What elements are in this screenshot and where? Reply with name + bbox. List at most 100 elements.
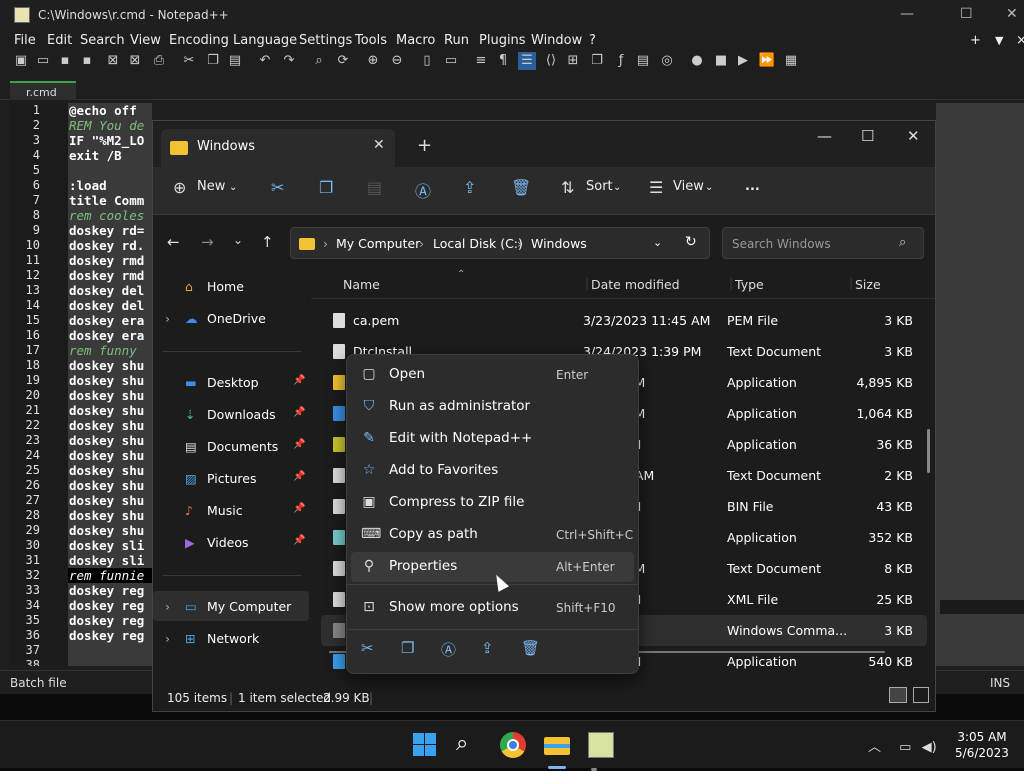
code-line[interactable]: rem funny	[68, 343, 152, 358]
monitoring-icon[interactable]: ◎	[658, 52, 676, 70]
code-line[interactable]: doskey shu	[68, 418, 152, 433]
code-line[interactable]: doskey reg	[68, 583, 152, 598]
code-line[interactable]: doskey shu	[68, 403, 152, 418]
chrome-icon[interactable]	[500, 732, 526, 758]
file-explorer-icon[interactable]	[544, 732, 570, 769]
code-line[interactable]: @echo off	[68, 103, 152, 118]
save-all-icon[interactable]: ▪	[78, 52, 96, 70]
menu-item-open[interactable]: ▢ Open Enter	[351, 360, 634, 390]
replace-icon[interactable]: ⟳	[334, 52, 352, 70]
network-icon[interactable]: ▭	[899, 740, 911, 755]
delete-icon[interactable]: 🗑	[511, 178, 531, 197]
column-size[interactable]: Size	[855, 277, 881, 292]
code-line[interactable]: :load	[68, 178, 152, 193]
code-line[interactable]	[68, 163, 152, 178]
nav-item-network[interactable]: › ⊞ Network	[153, 623, 309, 653]
menu-item-run-as-admin[interactable]: ⛉ Run as administrator	[351, 392, 634, 422]
nav-item-documents[interactable]: ▤ Documents 📌	[153, 431, 309, 461]
clock[interactable]: 3:05 AM 5/6/2023	[952, 729, 1012, 761]
show-all-chars-icon[interactable]: ¶	[494, 52, 512, 70]
close-icon[interactable]: ✕	[1006, 6, 1018, 22]
address-dropdown-icon[interactable]: ⌄	[653, 236, 662, 249]
maximize-icon[interactable]: ☐	[861, 127, 874, 145]
undo-icon[interactable]: ↶	[256, 52, 274, 70]
new-icon[interactable]: ⊕	[173, 178, 186, 197]
code-line[interactable]: doskey rd.	[68, 238, 152, 253]
menu-item-compress-zip[interactable]: ▣ Compress to ZIP file	[351, 488, 634, 518]
language-icon[interactable]: ⟨⟩	[542, 52, 560, 70]
column-name[interactable]: Name	[343, 277, 380, 292]
back-icon[interactable]: ←	[167, 233, 180, 251]
more-options-button[interactable]: ...	[745, 179, 760, 194]
doc-list-icon[interactable]: ❐	[588, 52, 606, 70]
code-editor[interactable]: @echo off REM You de IF "%M2_LO exit /B :loa…	[68, 103, 152, 666]
play-macro-icon[interactable]: ▶	[734, 52, 752, 70]
column-type[interactable]: Type	[735, 277, 764, 292]
cut-icon[interactable]: ✂	[180, 52, 198, 70]
close-all-icon[interactable]: ⊠	[126, 52, 144, 70]
code-line[interactable]: doskey rmd	[68, 268, 152, 283]
code-line[interactable]: doskey era	[68, 328, 152, 343]
cut-icon[interactable]: ✂	[271, 178, 284, 197]
paste-icon[interactable]: ▤	[367, 178, 382, 197]
nav-item-downloads[interactable]: ⇣ Downloads 📌	[153, 399, 309, 429]
menu-edit[interactable]: Edit	[47, 33, 72, 48]
nav-item-pictures[interactable]: ▨ Pictures 📌	[153, 463, 309, 493]
expand-chevron-icon[interactable]: ›	[165, 311, 170, 326]
expand-chevron-icon[interactable]: ›	[165, 599, 170, 614]
stop-macro-icon[interactable]: ■	[712, 52, 730, 70]
function-list-icon[interactable]: ƒ	[612, 52, 630, 70]
menu-window[interactable]: Window	[531, 33, 582, 48]
code-line[interactable]: exit /B	[68, 148, 152, 163]
code-line[interactable]: doskey shu	[68, 523, 152, 538]
copy-icon[interactable]: ❐	[401, 639, 414, 657]
nav-item-desktop[interactable]: ▬ Desktop 📌	[153, 367, 309, 397]
code-line[interactable]: doskey rd=	[68, 223, 152, 238]
menu-run[interactable]: Run	[444, 33, 469, 48]
breadcrumb-local-disk[interactable]: Local Disk (C:)	[433, 236, 523, 251]
run-macro-multiple-icon[interactable]: ⏩	[758, 52, 776, 70]
column-date-modified[interactable]: Date modified	[591, 277, 680, 292]
code-line[interactable]: doskey sli	[68, 553, 152, 568]
breadcrumb-my-computer[interactable]: My Computer	[336, 236, 420, 251]
code-line[interactable]: rem cooles	[68, 208, 152, 223]
zoom-out-icon[interactable]: ⊖	[388, 52, 406, 70]
details-view-icon[interactable]	[889, 687, 907, 703]
table-row[interactable]: ca.pem 3/23/2023 11:45 AM PEM File 3 KB	[321, 305, 927, 336]
search-icon[interactable]: ⌕	[456, 732, 482, 758]
code-line[interactable]: doskey shu	[68, 358, 152, 373]
code-line[interactable]: REM You de	[68, 118, 152, 133]
close-tab-icon[interactable]: ✕	[373, 137, 385, 153]
code-line[interactable]: IF "%M2_LO	[68, 133, 152, 148]
tab-r-cmd[interactable]: r.cmd	[10, 81, 76, 100]
indent-guide-icon[interactable]: ☰	[518, 52, 536, 70]
new-file-icon[interactable]: ▣	[12, 52, 30, 70]
sort-button[interactable]: Sort	[586, 179, 613, 194]
menu-encoding[interactable]: Encoding	[169, 33, 229, 48]
pin-icon[interactable]: 📌	[293, 439, 305, 450]
code-line[interactable]: doskey reg	[68, 628, 152, 643]
column-divider[interactable]: |	[729, 275, 733, 290]
close-doc-icon[interactable]: ×	[1016, 33, 1024, 48]
sync-h-icon[interactable]: ▭	[442, 52, 460, 70]
nav-item-videos[interactable]: ▶ Videos 📌	[153, 527, 309, 557]
new-tab-icon[interactable]: +	[417, 135, 432, 156]
pin-icon[interactable]: 📌	[293, 471, 305, 482]
menu-item-add-favorites[interactable]: ☆ Add to Favorites	[351, 456, 634, 486]
find-icon[interactable]: ⌕	[310, 52, 328, 70]
menu-plugins[interactable]: Plugins	[479, 33, 526, 48]
address-bar[interactable]: › My Computer › Local Disk (C:) › Window…	[290, 227, 710, 259]
rename-icon[interactable]: Ⓐ	[415, 178, 431, 202]
word-wrap-icon[interactable]: ≡	[472, 52, 490, 70]
share-icon[interactable]: ⇪	[463, 178, 476, 197]
menu-settings[interactable]: Settings	[299, 33, 352, 48]
record-macro-icon[interactable]: ●	[688, 52, 706, 70]
minimize-icon[interactable]: —	[817, 127, 832, 145]
copy-icon[interactable]: ❐	[204, 52, 222, 70]
doc-map-icon[interactable]: ⊞	[564, 52, 582, 70]
code-line[interactable]: doskey del	[68, 298, 152, 313]
menu-macro[interactable]: Macro	[396, 33, 435, 48]
nav-item-home[interactable]: ⌂ Home	[153, 271, 309, 301]
code-line[interactable]: doskey shu	[68, 493, 152, 508]
close-file-icon[interactable]: ⊠	[104, 52, 122, 70]
